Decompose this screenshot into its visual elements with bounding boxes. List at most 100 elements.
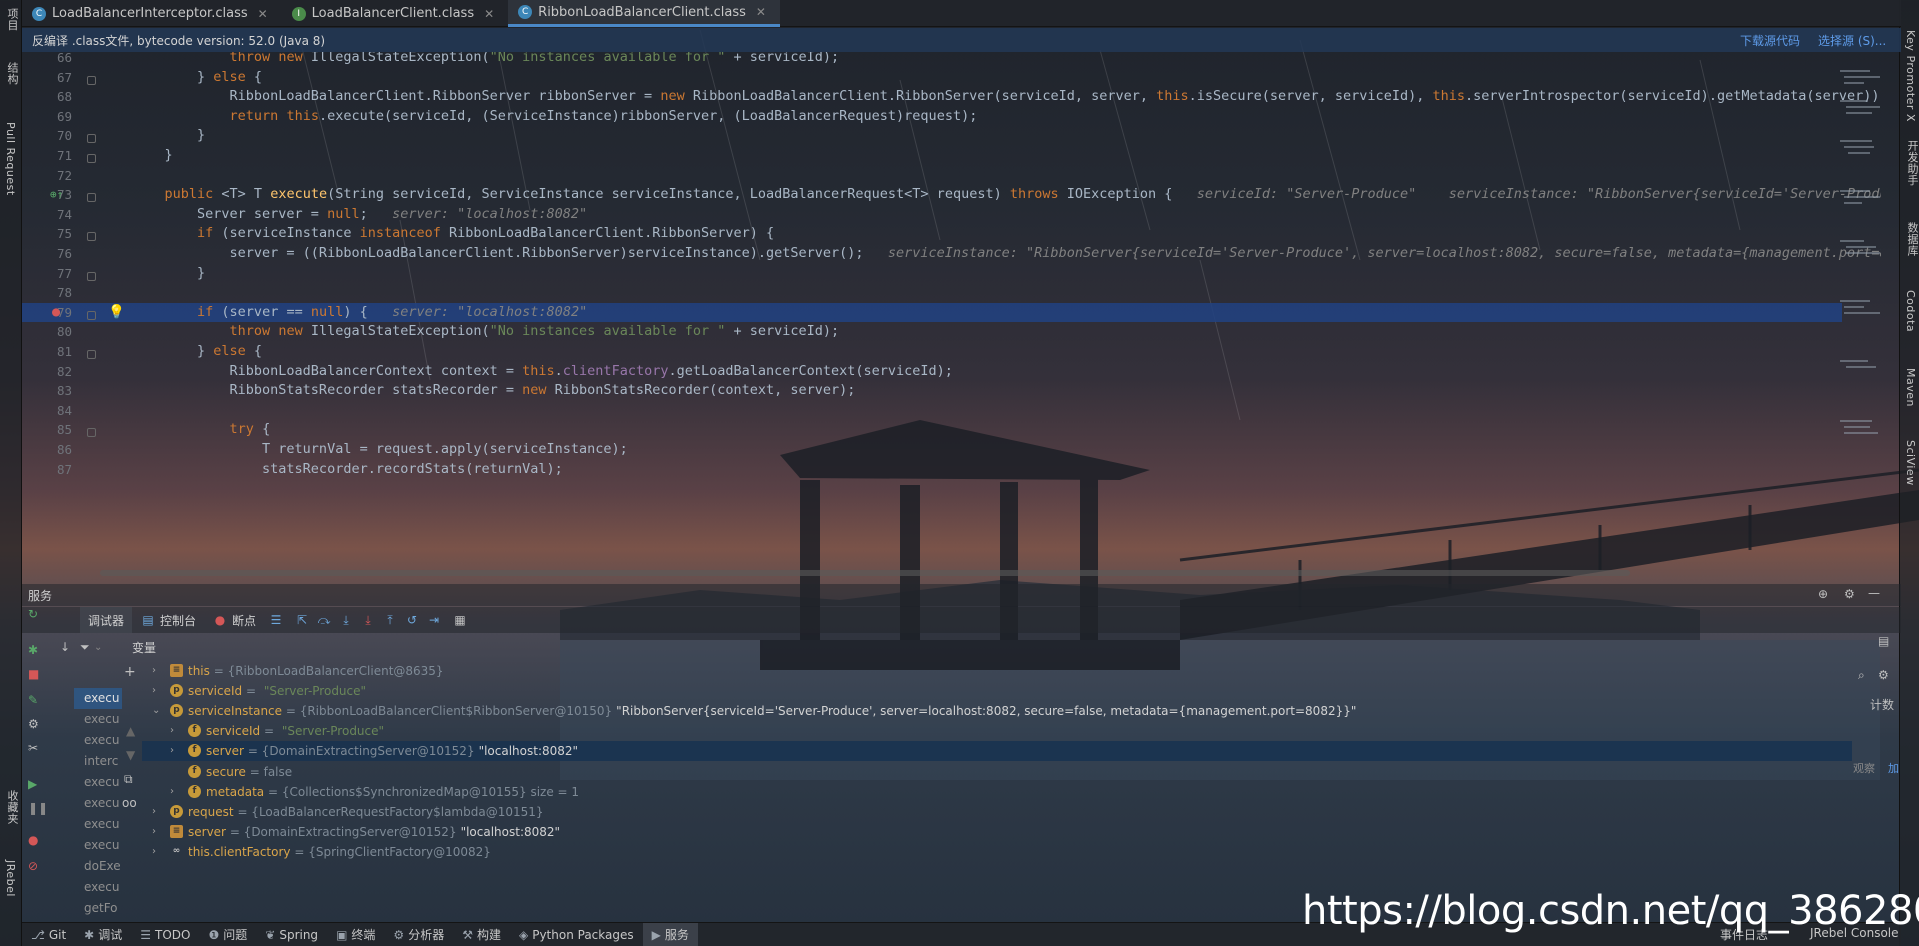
wrench-icon[interactable]: ✂ — [28, 741, 38, 755]
code-line[interactable]: 86 T returnVal = request.apply(serviceIn… — [22, 440, 1842, 460]
code-line[interactable]: 82 RibbonLoadBalancerContext context = t… — [22, 362, 1842, 382]
layout-icon[interactable]: ▤ — [1878, 634, 1889, 648]
fold-icon[interactable] — [87, 75, 96, 85]
gear-icon[interactable]: ⚙ — [1844, 587, 1855, 601]
key-promoter-tool-button[interactable]: Key Promoter X — [1904, 30, 1917, 122]
close-icon[interactable]: ✕ — [484, 7, 494, 21]
toolwindow-button[interactable]: ▶ 服务 — [642, 922, 698, 946]
chevron-right-icon[interactable]: › — [170, 721, 174, 741]
variable-row[interactable]: › f metadata = {Collections$SynchronizedMa… — [142, 782, 1852, 802]
evaluate-expression-icon[interactable]: ▦ — [452, 612, 468, 628]
run-to-cursor-icon[interactable]: ⇥ — [426, 612, 442, 628]
add-watch-icon[interactable]: + — [124, 664, 136, 680]
code-line[interactable]: 85 try { — [22, 420, 1842, 440]
line-number[interactable]: 68 — [32, 87, 72, 107]
dev-helper-tool-button[interactable]: 开发助手 — [1904, 140, 1919, 186]
settings-icon[interactable]: ⚙ — [28, 717, 39, 731]
code-line[interactable]: 76 server = ((RibbonLoadBalancerClient.R… — [22, 244, 1881, 264]
stack-frame[interactable]: execu — [74, 793, 122, 814]
breakpoint-icon[interactable]: ● — [52, 303, 60, 323]
tab-ribbon-loadbalancer-client[interactable]: C RibbonLoadBalancerClient.class ✕ — [508, 0, 780, 27]
fold-icon[interactable] — [87, 193, 96, 203]
rerun-modified-icon[interactable]: ✎ — [28, 693, 38, 707]
choose-source-link[interactable]: 选择源 (S)... — [1818, 32, 1886, 49]
tab-breakpoints[interactable]: ● 断点 — [204, 607, 264, 633]
download-source-link[interactable]: 下载源代码 — [1740, 32, 1800, 49]
code-line[interactable]: 67 } else { — [22, 68, 1842, 88]
up-arrow-icon[interactable]: ▲ — [126, 724, 135, 738]
menu-icon[interactable]: ☰ — [268, 612, 284, 628]
line-number[interactable]: 67 — [32, 68, 72, 88]
chevron-right-icon[interactable]: › — [152, 802, 156, 822]
stack-frame[interactable]: execu — [74, 814, 122, 835]
toolwindow-button[interactable]: ❶ 问题 — [199, 923, 256, 946]
code-line[interactable]: 68 RibbonLoadBalancerClient.RibbonServer… — [22, 87, 1881, 107]
jrebel-tool-button[interactable]: JRebel — [4, 860, 17, 897]
variable-row[interactable]: › p request = {LoadBalancerRequestFactory$… — [142, 802, 1852, 822]
debug-bug-icon[interactable]: ✱ — [28, 643, 38, 657]
search-icon[interactable]: ⌕ — [1858, 668, 1865, 683]
tab-loadbalancer-client[interactable]: I LoadBalancerClient.class ✕ — [282, 0, 508, 27]
minimize-icon[interactable]: — — [1868, 586, 1880, 600]
stack-frame[interactable]: execu — [74, 835, 122, 856]
line-number[interactable]: 77 — [32, 264, 72, 284]
rerun-icon[interactable]: ↻ — [28, 607, 38, 621]
maven-tool-button[interactable]: Maven — [1904, 368, 1917, 407]
database-tool-button[interactable]: 数据库 — [1904, 222, 1919, 257]
mute-breakpoints-icon[interactable]: ⊘ — [28, 859, 38, 873]
variable-row[interactable]: › ≡ server = {DomainExtractingServer@10152… — [142, 822, 1852, 842]
close-icon[interactable]: ✕ — [258, 7, 268, 21]
show-execution-point-icon[interactable]: ⇱ — [294, 612, 310, 628]
line-number[interactable]: 83 — [32, 381, 72, 401]
lightbulb-icon[interactable]: 💡 — [108, 303, 125, 323]
stop-icon[interactable]: ■ — [28, 667, 39, 681]
variable-row[interactable]: › p serviceId = "Server-Produce" — [142, 681, 1852, 701]
favorites-tool-button[interactable]: 收藏夹 — [4, 790, 20, 825]
fold-icon[interactable] — [87, 310, 96, 320]
code-line[interactable]: 74 Server server = null; server: "localh… — [22, 205, 1842, 225]
line-number[interactable]: 74 — [32, 205, 72, 225]
code-line[interactable]: 78 — [22, 283, 1842, 303]
close-icon[interactable]: ✕ — [756, 5, 766, 19]
fold-icon[interactable] — [87, 350, 96, 359]
sort-down-icon[interactable]: ↓ — [60, 640, 70, 654]
tab-debugger[interactable]: 调试器 — [80, 607, 133, 633]
add-watch-link[interactable]: 加 — [1888, 760, 1899, 776]
step-over-icon[interactable]: ⤼ — [316, 612, 332, 628]
gear-icon[interactable]: ⚙ — [1878, 668, 1889, 682]
stack-frame[interactable]: execu — [74, 772, 122, 793]
stack-frame[interactable]: execu — [74, 688, 122, 709]
code-line[interactable]: 83 RibbonStatsRecorder statsRecorder = n… — [22, 381, 1842, 401]
pause-icon[interactable]: ❚❚ — [28, 801, 48, 815]
toolwindow-button[interactable]: ❦ Spring — [256, 923, 327, 946]
view-breakpoints-icon[interactable]: ● — [28, 833, 38, 847]
code-line[interactable]: 80 throw new IllegalStateException("No i… — [22, 322, 1842, 342]
drop-frame-icon[interactable]: ↺ — [404, 612, 420, 628]
code-minimap[interactable] — [1838, 60, 1882, 500]
toolwindow-button[interactable]: ⚒ 构建 — [453, 923, 510, 946]
code-line[interactable]: 72 — [22, 166, 1842, 186]
fold-icon[interactable] — [87, 232, 96, 242]
force-step-into-icon[interactable]: ⤓ — [360, 612, 376, 628]
line-number[interactable]: 80 — [32, 322, 72, 342]
tab-console[interactable]: ▤ 控制台 — [132, 607, 204, 633]
line-number[interactable]: 87 — [32, 460, 72, 480]
variable-row[interactable]: › ∞ this.clientFactory = {SpringClientFact… — [142, 842, 1852, 862]
step-into-icon[interactable]: ⤓ — [338, 612, 354, 628]
toolwindow-button[interactable]: ⚙ 分析器 — [384, 923, 453, 946]
chevron-right-icon[interactable]: › — [152, 681, 156, 701]
variable-row[interactable]: f secure = false — [142, 762, 1852, 782]
code-line[interactable]: 84 — [22, 401, 1842, 421]
stack-frame[interactable]: getFo — [74, 898, 122, 919]
line-number[interactable]: 75 — [32, 224, 72, 244]
code-line[interactable]: 79 if (server == null) { server: "localh… — [22, 302, 1842, 323]
code-line[interactable]: 77 } — [22, 264, 1842, 284]
filter-icon[interactable]: ⏷ — [80, 640, 90, 655]
stack-frame[interactable]: execu — [74, 877, 122, 898]
variable-row[interactable]: › f server = {DomainExtractingServer@10152… — [142, 741, 1852, 762]
line-number[interactable]: 81 — [32, 342, 72, 362]
copy-icon[interactable]: ⧉ — [124, 772, 133, 787]
chevron-right-icon[interactable]: › — [170, 741, 174, 761]
project-tool-button[interactable]: 项目 — [4, 8, 20, 31]
fold-icon[interactable] — [87, 134, 96, 144]
